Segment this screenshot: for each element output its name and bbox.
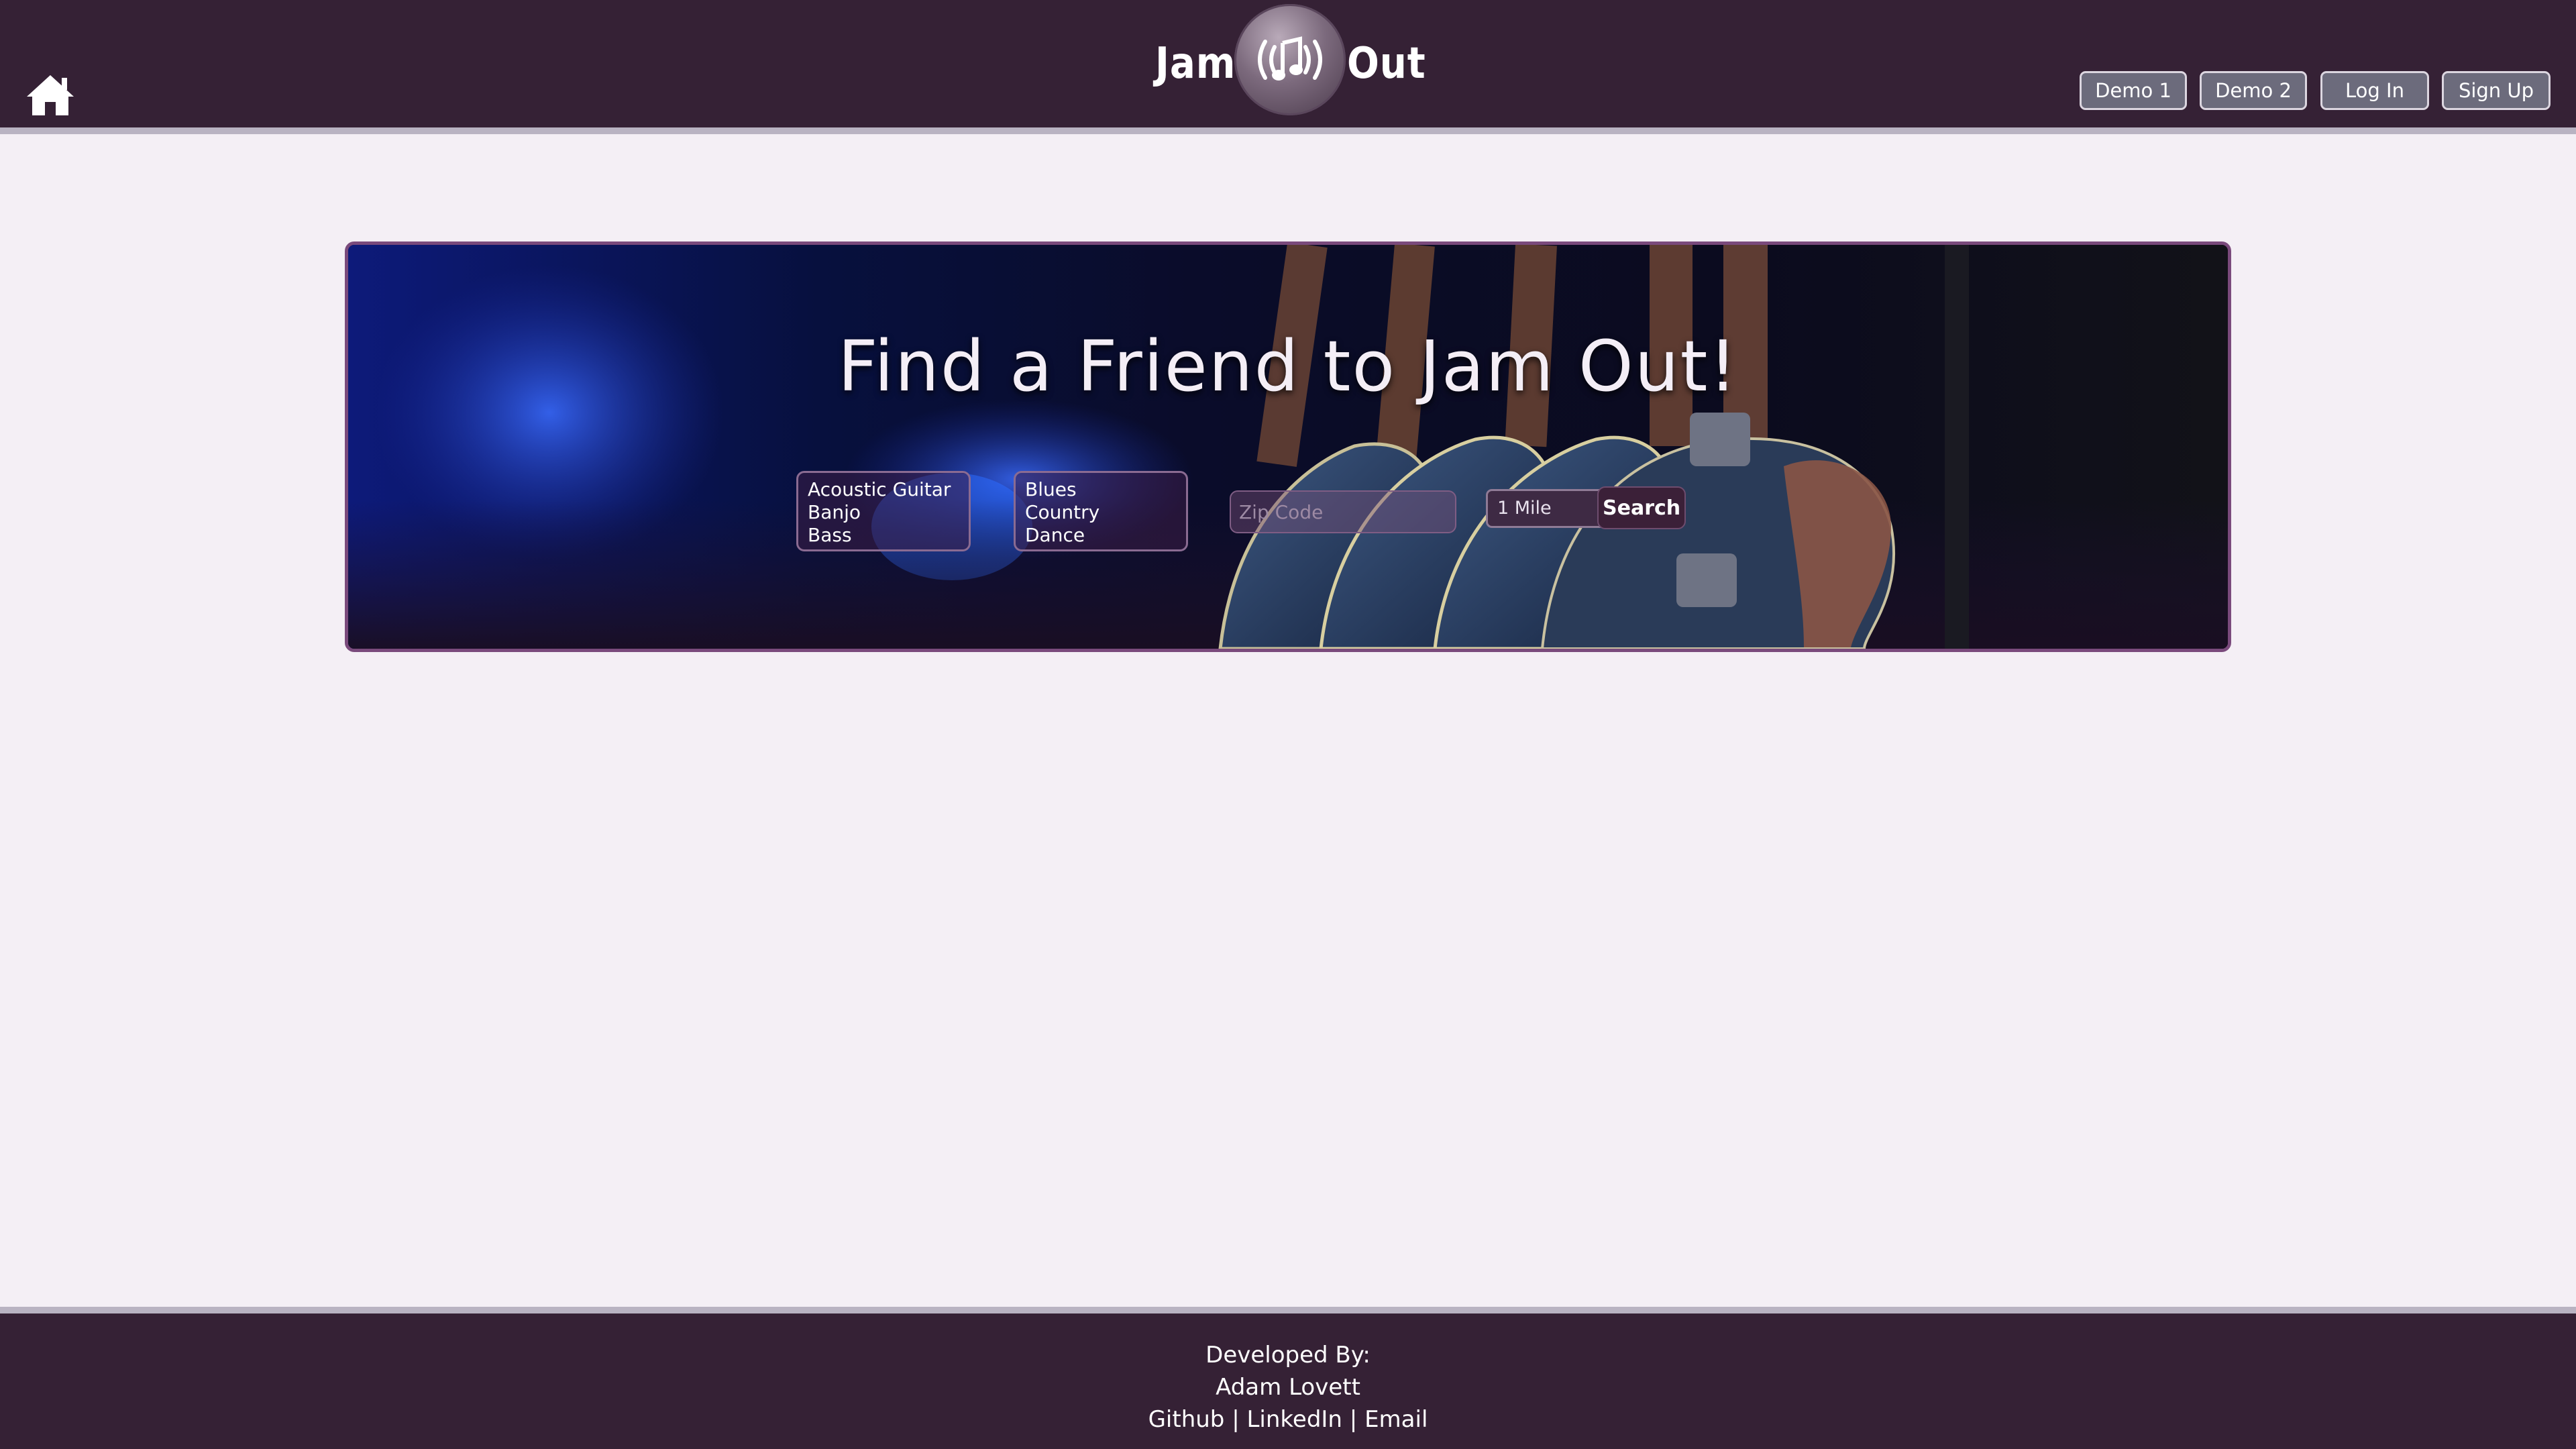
login-button[interactable]: Log In: [2320, 71, 2429, 110]
instrument-option[interactable]: Bass: [808, 524, 959, 547]
footer: Developed By: Adam Lovett Github | Linke…: [0, 1307, 2576, 1449]
hero-title: Find a Friend to Jam Out!: [837, 325, 1739, 407]
signup-button[interactable]: Sign Up: [2442, 71, 2551, 110]
instrument-option[interactable]: Acoustic Guitar: [808, 478, 959, 501]
email-link[interactable]: Email: [1364, 1406, 1428, 1433]
search-button[interactable]: Search: [1597, 486, 1686, 529]
genre-option[interactable]: Dance: [1025, 524, 1177, 547]
instrument-option[interactable]: Banjo: [808, 501, 959, 524]
guitar-background-image: [348, 245, 2228, 649]
logo-text-out: Out: [1347, 39, 1426, 89]
instrument-multiselect[interactable]: Acoustic Guitar Banjo Bass: [796, 471, 971, 551]
zip-code-input[interactable]: [1230, 490, 1456, 533]
genre-multiselect[interactable]: Blues Country Dance: [1014, 471, 1188, 551]
developed-by-label: Developed By:: [1205, 1342, 1371, 1368]
home-icon[interactable]: [25, 72, 75, 117]
demo2-button[interactable]: Demo 2: [2200, 71, 2307, 110]
top-navbar: Jam Out Demo 1 Demo 2 Log In Sign Up: [0, 0, 2576, 134]
genre-option[interactable]: Blues: [1025, 478, 1177, 501]
developer-name: Adam Lovett: [1216, 1374, 1360, 1401]
footer-separator: |: [1349, 1406, 1358, 1433]
distance-select-value: 1 Mile: [1497, 498, 1552, 519]
footer-links: Github | LinkedIn | Email: [0, 1403, 2576, 1436]
jam-out-logo[interactable]: Jam Out: [1155, 4, 1426, 118]
hero-search-panel: Find a Friend to Jam Out! Acoustic Guita…: [345, 241, 2231, 652]
demo1-button[interactable]: Demo 1: [2080, 71, 2187, 110]
github-link[interactable]: Github: [1148, 1406, 1225, 1433]
genre-option[interactable]: Country: [1025, 501, 1177, 524]
logo-text-jam: Jam: [1155, 39, 1236, 89]
linkedin-link[interactable]: LinkedIn: [1246, 1406, 1342, 1433]
music-note-icon: [1234, 4, 1346, 115]
footer-separator: |: [1232, 1406, 1240, 1433]
